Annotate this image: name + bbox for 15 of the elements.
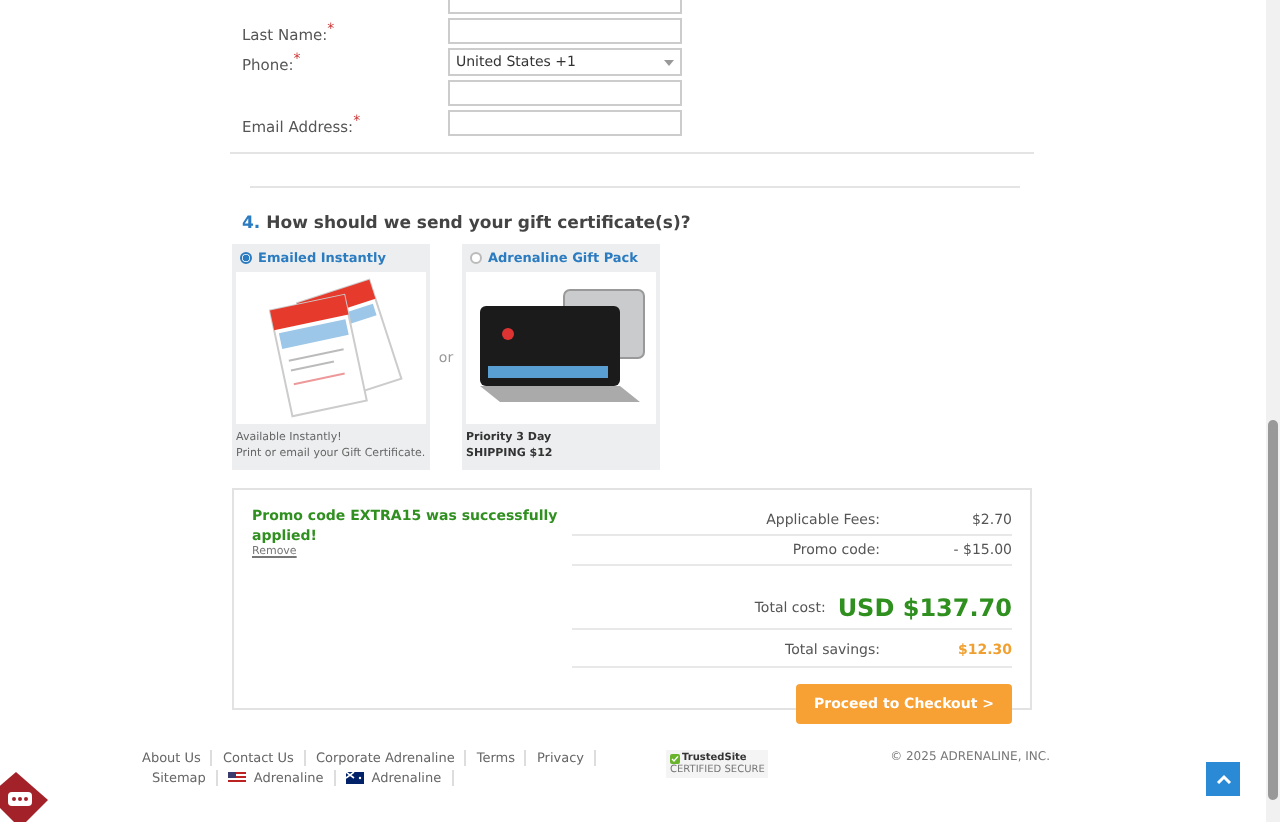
radio-button[interactable]	[240, 252, 252, 264]
chevron-up-icon	[1215, 774, 1231, 784]
us-flag-icon	[227, 772, 246, 784]
caret-icon	[664, 59, 674, 65]
chat-icon[interactable]	[0, 772, 52, 822]
au-flag-icon	[345, 772, 364, 784]
radio-button[interactable]	[470, 252, 482, 264]
phone-input[interactable]	[448, 80, 682, 106]
input-field[interactable]	[448, 0, 682, 14]
total-value: USD $137.70	[837, 594, 1012, 622]
scroll-to-top-button[interactable]	[1206, 762, 1240, 796]
input-field[interactable]	[448, 110, 682, 136]
section-heading: 4. How should we send your gift certificate(s)?	[242, 214, 693, 234]
input-field[interactable]	[448, 18, 682, 44]
scrollbar[interactable]	[1266, 0, 1280, 822]
